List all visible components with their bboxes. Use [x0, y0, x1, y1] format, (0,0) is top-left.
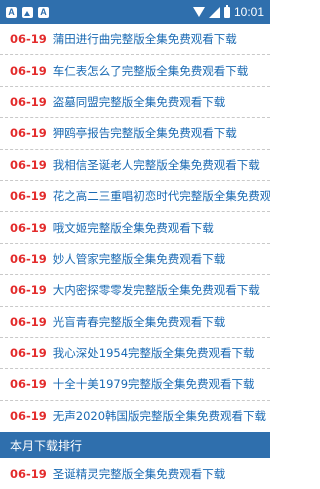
status-right: 10:01 [192, 4, 264, 19]
list-item[interactable]: 06-19 十全十美1979完整版全集免费观看下载 [0, 369, 270, 401]
item-title-link[interactable]: 十全十美1979完整版全集免费观看下载 [53, 376, 255, 392]
item-title-link[interactable]: 大内密探零零发完整版全集免费观看下载 [53, 282, 260, 298]
list-item[interactable]: 06-19 光盲青春完整版全集免费观看下载 [0, 307, 270, 338]
item-date: 06-19 [10, 283, 47, 298]
update-list: 06-19 蒲田进行曲完整版全集免费观看下载 06-19 车仁表怎么了完整版全集… [0, 24, 270, 432]
list-item[interactable]: 06-19 狎鸥亭报告完整版全集免费观看下载 [0, 118, 270, 150]
battery-icon [223, 4, 230, 18]
item-date: 06-19 [10, 32, 47, 47]
item-title-link[interactable]: 盗墓同盟完整版全集免费观看下载 [53, 94, 226, 110]
item-title-link[interactable]: 车仁表怎么了完整版全集免费观看下载 [53, 63, 249, 79]
item-date: 06-19 [10, 63, 47, 78]
list-item[interactable]: 06-19 哦文姬完整版全集免费观看下载 [0, 212, 270, 244]
item-date: 06-19 [10, 409, 47, 424]
wifi-icon [192, 7, 205, 17]
item-title-link[interactable]: 我相信圣诞老人完整版全集免费观看下载 [53, 157, 260, 173]
status-left-icons: A A [6, 6, 49, 18]
list-item[interactable]: 06-19 圣诞精灵完整版全集免费观看下载 [0, 458, 270, 489]
list-item[interactable]: 06-19 花之高二三重唱初恋时代完整版全集免费观看下载 [0, 181, 270, 213]
list-item[interactable]: 06-19 我心深处1954完整版全集免费观看下载 [0, 338, 270, 370]
item-date: 06-19 [10, 251, 47, 266]
status-time: 10:01 [233, 5, 264, 19]
item-title-link[interactable]: 我心深处1954完整版全集免费观看下载 [53, 345, 255, 361]
item-title-link[interactable]: 圣诞精灵完整版全集免费观看下载 [53, 466, 226, 482]
item-date: 06-19 [10, 466, 47, 481]
item-title-link[interactable]: 花之高二三重唱初恋时代完整版全集免费观看下载 [53, 188, 270, 204]
list-item[interactable]: 06-19 车仁表怎么了完整版全集免费观看下载 [0, 55, 270, 87]
ranking-list: 06-19 圣诞精灵完整版全集免费观看下载 [0, 458, 270, 489]
item-date: 06-19 [10, 189, 47, 204]
item-title-link[interactable]: 光盲青春完整版全集免费观看下载 [53, 314, 226, 330]
list-item[interactable]: 06-19 大内密探零零发完整版全集免费观看下载 [0, 275, 270, 307]
item-title-link[interactable]: 哦文姬完整版全集免费观看下载 [53, 220, 214, 236]
item-date: 06-19 [10, 126, 47, 141]
item-title-link[interactable]: 无声2020韩国版完整版全集免费观看下载 [53, 408, 266, 424]
item-date: 06-19 [10, 346, 47, 361]
app-a-icon: A [6, 6, 17, 18]
section-header-monthly-ranking: 本月下载排行 [0, 432, 270, 459]
item-date: 06-19 [10, 314, 47, 329]
status-bar: A A 10:01 [0, 0, 270, 24]
list-item[interactable]: 06-19 蒲田进行曲完整版全集免费观看下载 [0, 24, 270, 56]
item-title-link[interactable]: 狎鸥亭报告完整版全集免费观看下载 [53, 125, 237, 141]
list-item[interactable]: 06-19 盗墓同盟完整版全集免费观看下载 [0, 87, 270, 119]
item-date: 06-19 [10, 157, 47, 172]
item-date: 06-19 [10, 377, 47, 392]
list-item[interactable]: 06-19 无声2020韩国版完整版全集免费观看下载 [0, 401, 270, 432]
item-title-link[interactable]: 妙人管家完整版全集免费观看下载 [53, 251, 226, 267]
item-date: 06-19 [10, 94, 47, 109]
app-a-icon: A [38, 6, 49, 18]
list-item[interactable]: 06-19 妙人管家完整版全集免费观看下载 [0, 244, 270, 276]
section-title: 本月下载排行 [10, 438, 83, 453]
item-date: 06-19 [10, 220, 47, 235]
list-item[interactable]: 06-19 我相信圣诞老人完整版全集免费观看下载 [0, 150, 270, 181]
signal-icon [208, 6, 220, 18]
item-title-link[interactable]: 蒲田进行曲完整版全集免费观看下载 [53, 31, 237, 47]
photo-icon [22, 6, 33, 18]
